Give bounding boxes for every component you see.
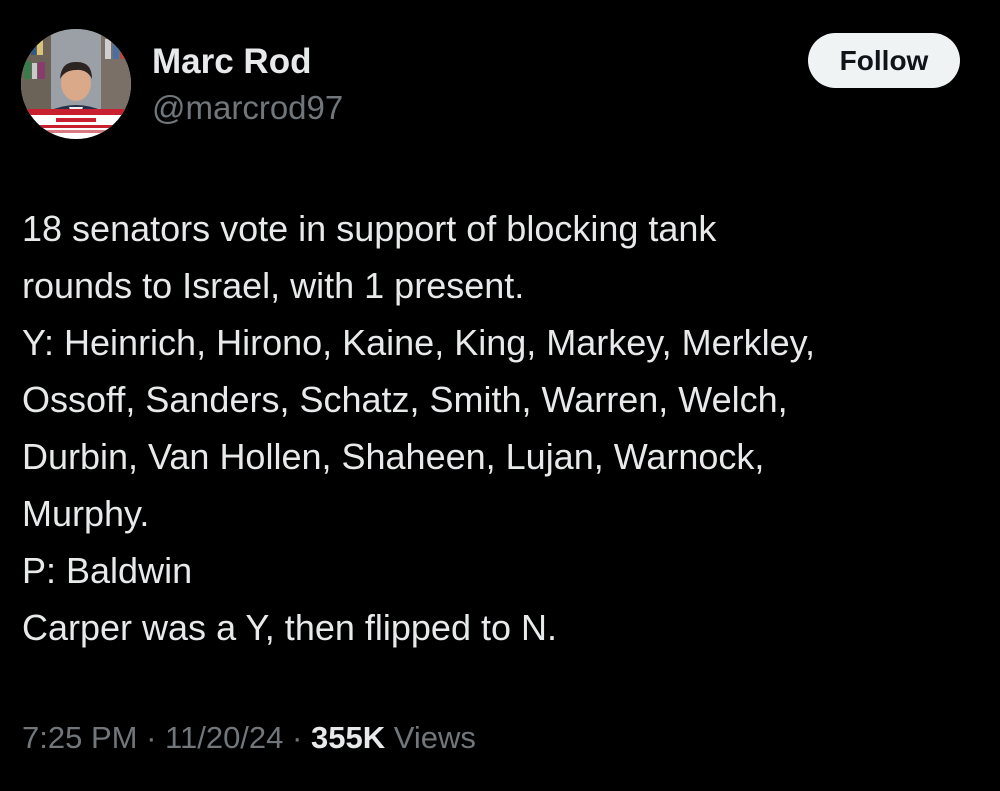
tweet-time[interactable]: 7:25 PM <box>22 720 137 755</box>
tweet-line: Durbin, Van Hollen, Shaheen, Lujan, Warn… <box>22 436 765 477</box>
tweet-line: Carper was a Y, then flipped to N. <box>22 607 557 648</box>
meta-separator: · <box>292 720 303 755</box>
author-name[interactable]: Marc Rod <box>152 40 311 84</box>
tweet-line: 18 senators vote in support of blocking … <box>22 208 717 249</box>
tweet-meta: 7:25 PM · 11/20/24 · 355K Views <box>22 716 476 760</box>
tweet-line: P: Baldwin <box>22 550 193 591</box>
views-label[interactable]: Views <box>394 720 476 755</box>
author-handle[interactable]: @marcrod97 <box>152 86 343 130</box>
tweet-line: Murphy. <box>22 493 150 534</box>
avatar[interactable] <box>21 29 131 139</box>
follow-button[interactable]: Follow <box>808 33 960 88</box>
views-count[interactable]: 355K <box>311 720 385 755</box>
tweet-line: Ossoff, Sanders, Schatz, Smith, Warren, … <box>22 379 788 420</box>
tweet-line: Y: Heinrich, Hirono, Kaine, King, Markey… <box>22 322 815 363</box>
tweet-text: 18 senators vote in support of blocking … <box>22 200 972 656</box>
meta-separator: · <box>146 720 157 755</box>
tweet-line: rounds to Israel, with 1 present. <box>22 265 525 306</box>
avatar-photo <box>21 29 131 139</box>
tweet-date[interactable]: 11/20/24 <box>165 720 283 755</box>
